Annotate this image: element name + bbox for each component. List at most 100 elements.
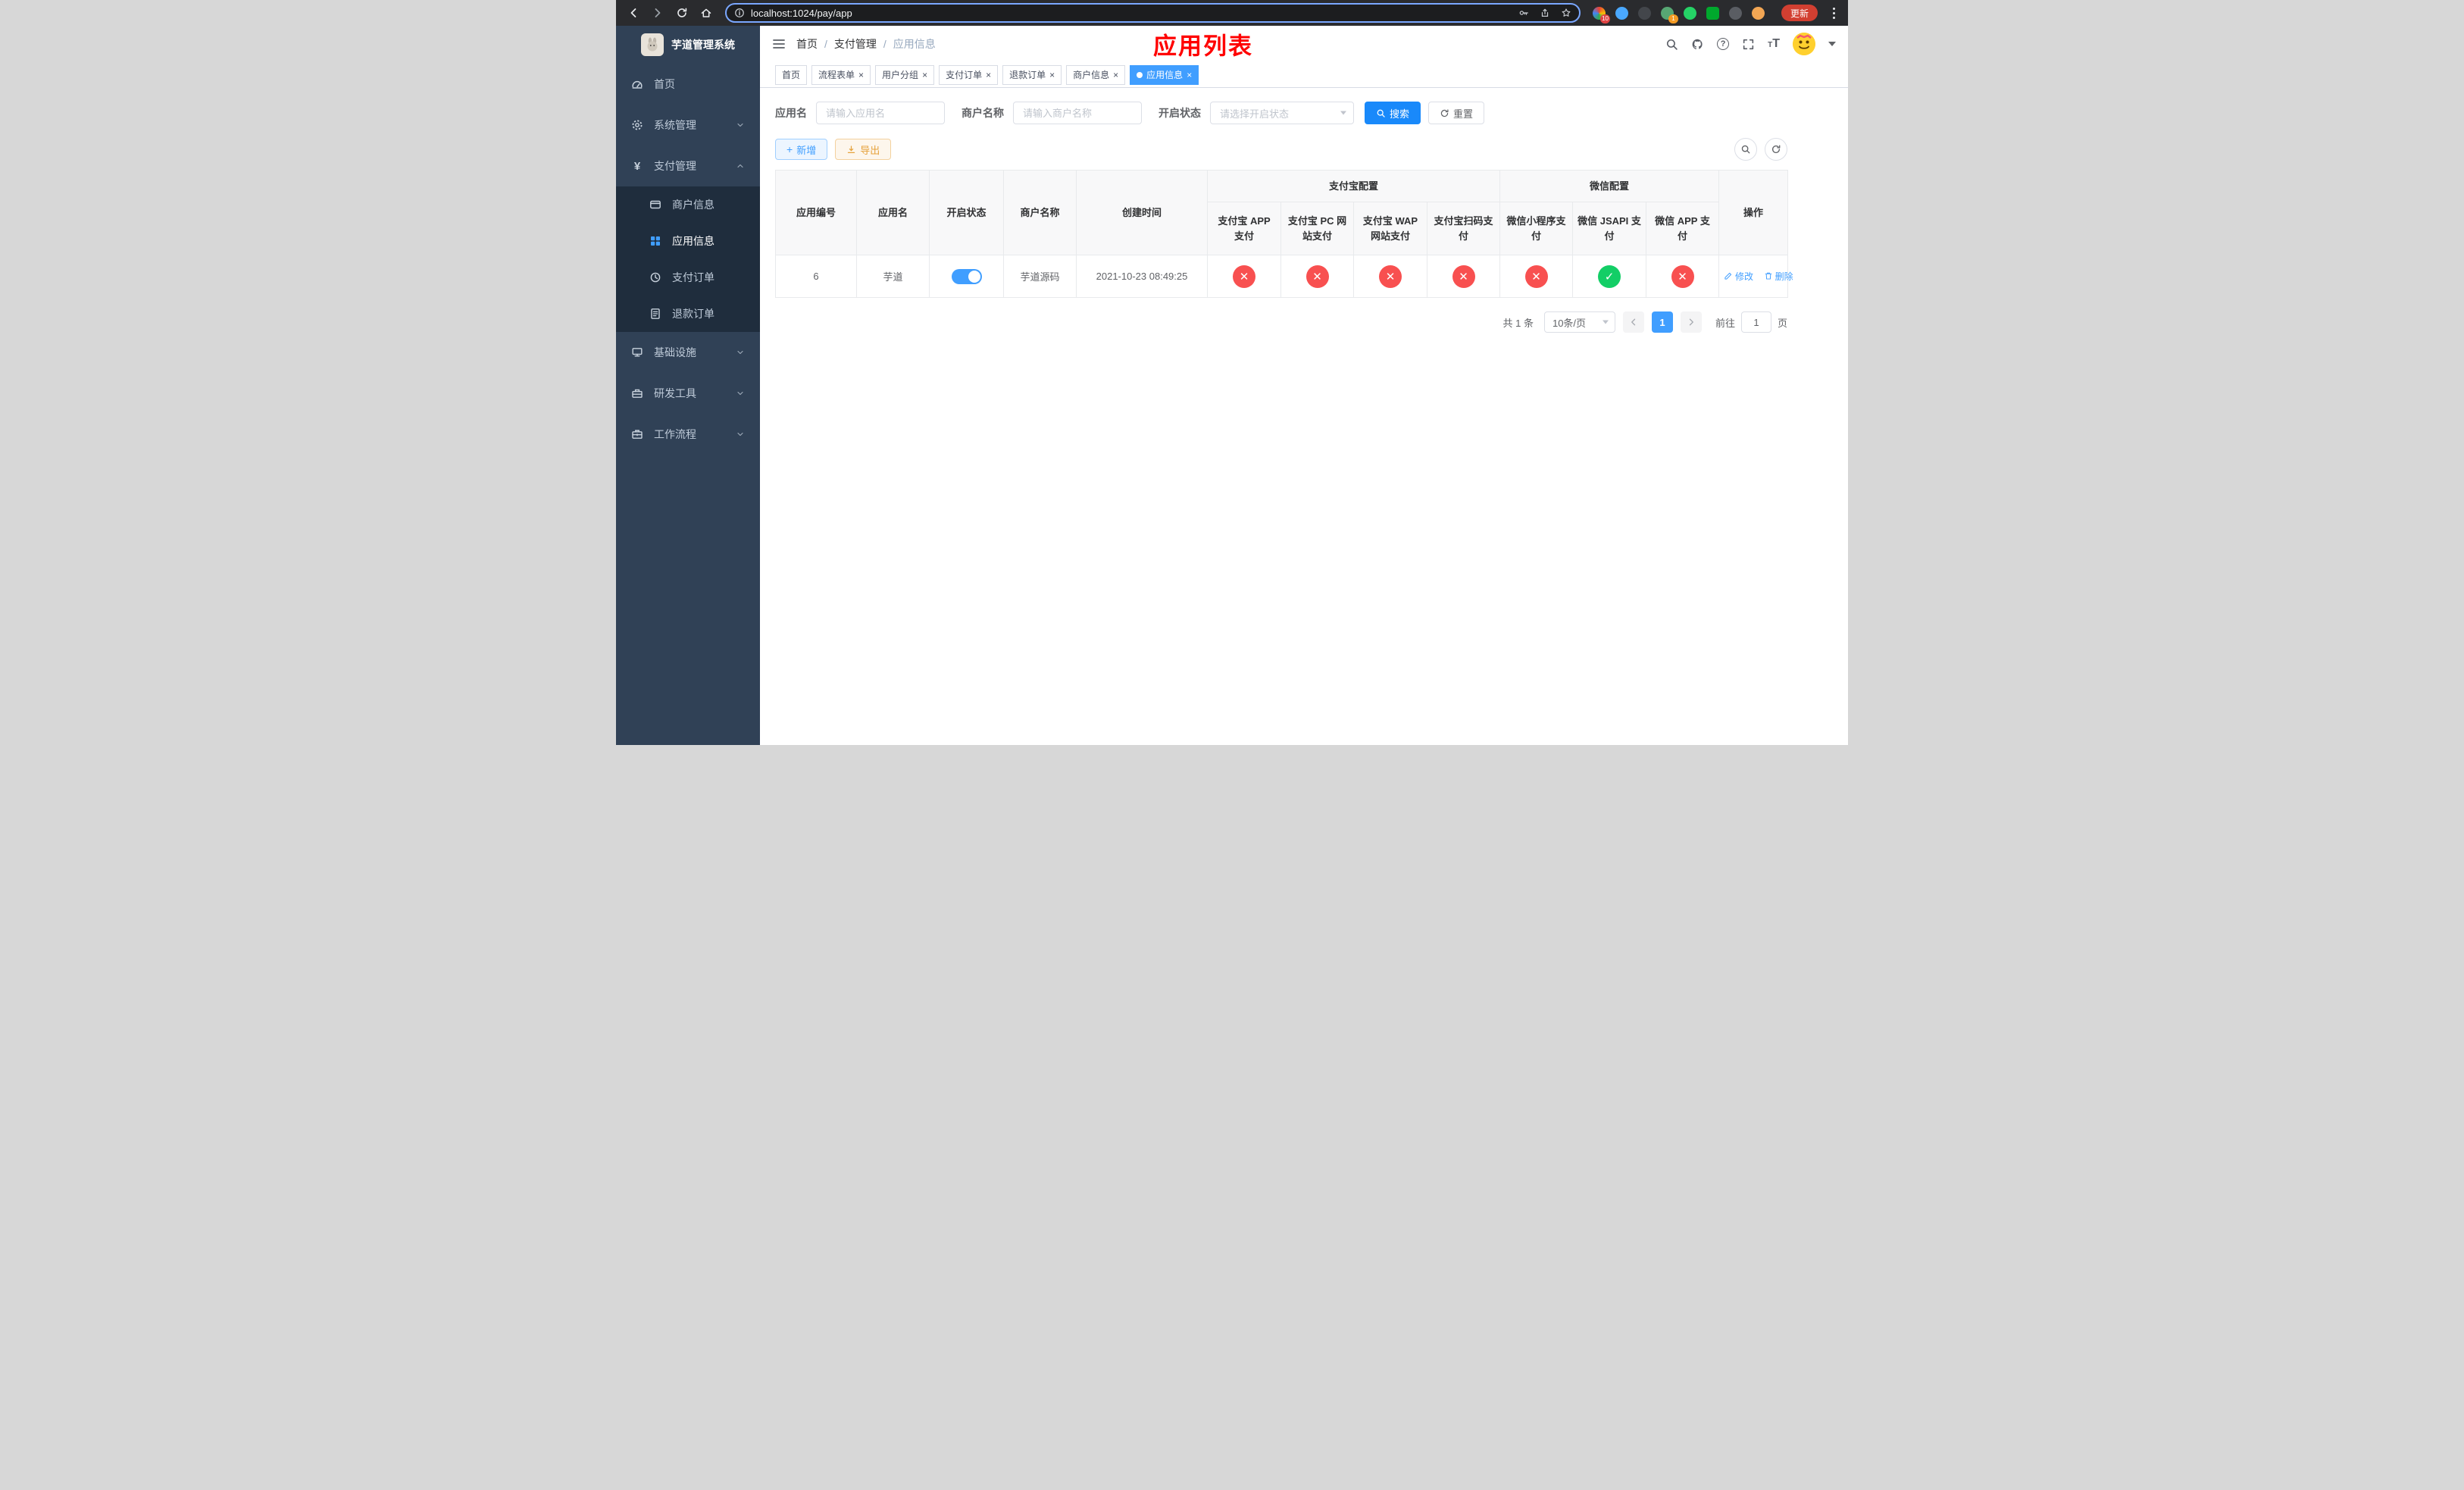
reload-icon[interactable]: [672, 3, 692, 23]
sidebar-item-devtools[interactable]: 研发工具: [616, 373, 760, 414]
wx-app-status-icon: ✕: [1671, 265, 1694, 288]
sidebar-item-label: 支付订单: [672, 271, 714, 283]
chevron-down-icon: [736, 389, 745, 398]
cell-app-name: 芋道: [856, 255, 930, 298]
sidebar-collapse-icon[interactable]: [772, 37, 786, 51]
sidebar-item-system[interactable]: 系统管理: [616, 105, 760, 146]
cell-created: 2021-10-23 08:49:25: [1076, 255, 1208, 298]
sidebar-item-pay-orders[interactable]: 支付订单: [616, 259, 760, 296]
profile-extension-icon[interactable]: 1: [1660, 6, 1678, 23]
sidebar-item-app-info[interactable]: 应用信息: [616, 223, 760, 259]
header-search-icon[interactable]: [1665, 38, 1678, 51]
header-actions: [1665, 33, 1836, 55]
close-icon[interactable]: ×: [986, 70, 991, 80]
reset-button[interactable]: 重置: [1428, 102, 1485, 124]
extension-green-circle-icon[interactable]: [1683, 6, 1696, 20]
github-icon[interactable]: [1691, 38, 1704, 51]
app-logo-row[interactable]: 芋道管理系统: [616, 26, 760, 64]
search-button[interactable]: 搜索: [1365, 102, 1421, 124]
sidebar-item-label: 支付管理: [654, 160, 696, 172]
sidebar-item-refund-orders[interactable]: 退款订单: [616, 296, 760, 332]
font-size-icon[interactable]: [1768, 37, 1780, 51]
sidebar-item-label: 工作流程: [654, 428, 696, 440]
download-icon: [848, 145, 855, 153]
extension-pin-icon[interactable]: [1728, 6, 1742, 20]
add-button[interactable]: 新增: [775, 139, 828, 160]
page-number-button[interactable]: 1: [1651, 311, 1673, 333]
goto-page-input[interactable]: [1740, 311, 1771, 333]
address-bar[interactable]: localhost:1024/pay/app: [725, 3, 1581, 23]
back-icon[interactable]: [624, 3, 643, 23]
extension-green-square-icon[interactable]: [1706, 6, 1719, 20]
page-size-select[interactable]: 10条/页: [1543, 311, 1615, 333]
password-key-icon[interactable]: [1518, 8, 1529, 18]
toggle-search-icon[interactable]: [1734, 138, 1757, 161]
alipay-pc-status-icon: ✕: [1305, 265, 1329, 288]
group-alipay-config: 支付宝配置: [1206, 170, 1501, 202]
close-icon[interactable]: ×: [1187, 70, 1192, 80]
edit-link[interactable]: 修改: [1724, 270, 1753, 283]
user-avatar[interactable]: [1793, 33, 1815, 55]
sidebar-item-label: 应用信息: [672, 235, 714, 247]
export-button[interactable]: 导出: [835, 139, 892, 160]
refresh-table-icon[interactable]: [1765, 138, 1787, 161]
avatar-caret-icon[interactable]: [1828, 42, 1836, 46]
close-icon[interactable]: ×: [858, 70, 864, 80]
home-icon[interactable]: [696, 3, 716, 23]
delete-link[interactable]: 删除: [1764, 270, 1793, 283]
site-info-icon[interactable]: [734, 8, 745, 18]
browser-window: localhost:1024/pay/app 10 1 更新 芋道管理系统 首页…: [616, 0, 1848, 745]
url-text[interactable]: localhost:1024/pay/app: [751, 8, 1508, 19]
enabled-toggle[interactable]: [951, 268, 982, 284]
sidebar-item-home[interactable]: 首页: [616, 64, 760, 105]
col-wx-jsapi: 微信 JSAPI 支付: [1572, 202, 1647, 255]
tab-app-info[interactable]: 应用信息 ×: [1130, 64, 1199, 85]
prev-page-button[interactable]: [1622, 311, 1644, 333]
col-alipay-app: 支付宝 APP 支付: [1207, 202, 1281, 255]
sidebar-item-payment[interactable]: 支付管理: [616, 146, 760, 186]
tab-refund-orders[interactable]: 退款订单 ×: [1002, 64, 1062, 85]
next-page-button[interactable]: [1680, 311, 1702, 333]
help-icon[interactable]: [1717, 38, 1730, 50]
browser-menu-icon[interactable]: [1827, 7, 1840, 19]
bookmark-star-icon[interactable]: [1561, 8, 1571, 18]
tab-process-form[interactable]: 流程表单 ×: [811, 64, 871, 85]
close-icon[interactable]: ×: [1049, 70, 1055, 80]
extension-dark-icon[interactable]: [1637, 6, 1651, 20]
filter-form: 应用名 商户名称 开启状态 请选择开启状态 搜索 重置: [775, 102, 1833, 124]
plus-icon: [786, 143, 793, 155]
share-icon[interactable]: [1540, 8, 1550, 18]
close-icon[interactable]: ×: [922, 70, 927, 80]
app-name-input[interactable]: [816, 102, 945, 124]
breadcrumb-home[interactable]: 首页: [796, 36, 818, 52]
extension-blue-icon[interactable]: [1615, 6, 1628, 20]
browser-update-button[interactable]: 更新: [1781, 5, 1818, 21]
fullscreen-icon[interactable]: [1742, 38, 1755, 51]
alipay-qr-status-icon: ✕: [1452, 265, 1475, 288]
breadcrumb-payment[interactable]: 支付管理: [818, 36, 877, 52]
chevron-up-icon: [736, 161, 745, 171]
sidebar-item-workflow[interactable]: 工作流程: [616, 414, 760, 455]
extensions-puzzle-icon[interactable]: 10: [1592, 6, 1610, 23]
tab-user-group[interactable]: 用户分组 ×: [875, 64, 935, 85]
forward-icon[interactable]: [648, 3, 668, 23]
close-icon[interactable]: ×: [1113, 70, 1118, 80]
col-wx-mini: 微信小程序支付: [1499, 202, 1574, 255]
tab-home[interactable]: 首页: [775, 64, 808, 85]
document-icon: [649, 308, 661, 320]
tab-pay-orders[interactable]: 支付订单 ×: [939, 64, 999, 85]
credit-card-icon: [649, 199, 661, 211]
sidebar-item-label: 商户信息: [672, 199, 714, 211]
status-select[interactable]: 请选择开启状态: [1210, 102, 1354, 124]
sidebar: 芋道管理系统 首页 系统管理 支付管理 商户信息: [616, 26, 760, 745]
tab-merchant-info[interactable]: 商户信息 ×: [1066, 64, 1126, 85]
sidebar-item-merchant-info[interactable]: 商户信息: [616, 186, 760, 223]
col-actions: 操作: [1718, 170, 1789, 255]
sidebar-item-infrastructure[interactable]: 基础设施: [616, 332, 760, 373]
extension-badge: 10: [1599, 14, 1610, 23]
col-enabled: 开启状态: [929, 170, 1004, 255]
merchant-name-input[interactable]: [1013, 102, 1142, 124]
wx-jsapi-status-icon: ✓: [1598, 265, 1621, 288]
extension-avatar-icon[interactable]: [1751, 6, 1765, 20]
profile-badge: 1: [1668, 14, 1678, 23]
